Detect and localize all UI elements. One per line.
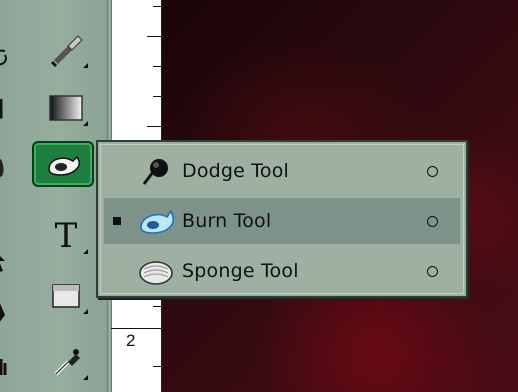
ruler-tick	[147, 36, 161, 37]
menu-item-label: Sponge Tool	[182, 260, 299, 282]
type-tool-button[interactable]: T	[40, 214, 92, 258]
ruler-tick	[153, 306, 161, 307]
ruler-tick	[111, 328, 161, 329]
active-bullet	[104, 217, 130, 225]
menu-item-label: Burn Tool	[182, 210, 272, 232]
ruler-tick	[153, 366, 161, 367]
partial-tool-left-4[interactable]	[0, 238, 24, 282]
eyedropper-tool-button[interactable]	[40, 340, 92, 384]
ruler-tick	[153, 6, 161, 7]
menu-item-sponge-tool[interactable]: Sponge Tool	[104, 248, 460, 294]
burn-icon	[140, 209, 175, 234]
eyedropper-icon	[54, 349, 80, 376]
dodge-icon	[142, 159, 168, 185]
partial-tool-left-1[interactable]	[0, 38, 24, 82]
blur-icon	[0, 159, 4, 177]
ruler-tick	[153, 66, 161, 67]
path-select-icon	[0, 256, 5, 272]
partial-tool-left-5[interactable]	[0, 290, 24, 334]
burn-hand-icon	[48, 155, 81, 176]
burn-tool-button[interactable]	[32, 141, 94, 187]
menu-item-dodge-tool[interactable]: Dodge Tool	[104, 148, 460, 194]
partial-tool-left-3[interactable]	[0, 146, 24, 190]
menu-item-label: Dodge Tool	[182, 160, 290, 182]
pen-icon	[0, 303, 5, 322]
menu-item-burn-tool[interactable]: Burn Tool	[104, 198, 460, 244]
history-brush-tool-button[interactable]	[40, 28, 92, 72]
type-T-icon: T	[54, 216, 78, 256]
toolbox-panel: T	[0, 0, 110, 392]
gradient-tool-button[interactable]	[40, 86, 92, 130]
crop-icon	[0, 99, 3, 119]
partial-tool-left-2[interactable]	[0, 88, 24, 132]
partial-tool-left-6[interactable]	[0, 342, 24, 386]
note-icon	[52, 284, 80, 308]
ruler-number: 2	[126, 331, 136, 350]
lasso-icon	[0, 49, 7, 66]
notes-tool-button[interactable]	[40, 274, 92, 318]
ruler-tick	[153, 96, 161, 97]
circle-icon	[418, 264, 446, 278]
hand-icon	[0, 359, 7, 375]
circle-icon	[418, 214, 446, 228]
brush-icon	[50, 35, 83, 68]
sponge-icon	[139, 261, 173, 285]
circle-icon	[418, 164, 446, 178]
toning-tools-flyout: Dodge Tool Burn Tool Sponge Tool	[96, 140, 468, 298]
gradient-icon	[49, 95, 83, 121]
ruler-tick	[147, 126, 161, 127]
